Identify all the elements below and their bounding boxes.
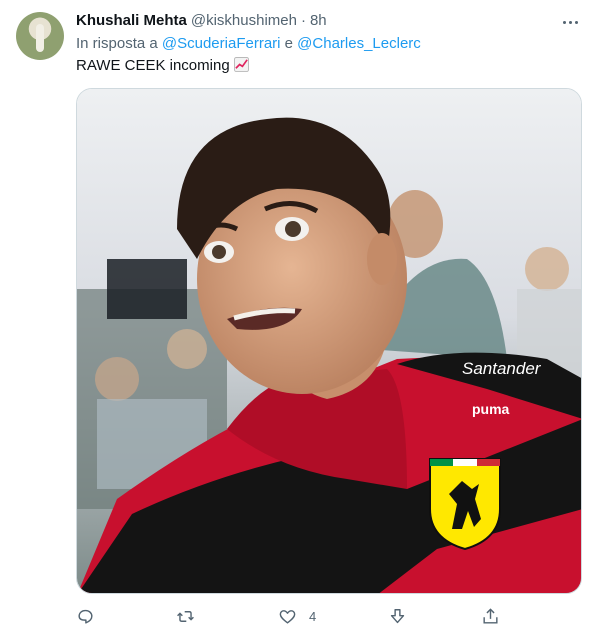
- reply-button[interactable]: [76, 603, 95, 629]
- reply-conjunction: e: [284, 35, 293, 52]
- downvote-button[interactable]: [388, 603, 407, 629]
- photo-driver: Santander puma: [77, 89, 581, 593]
- tweet-body: RAWE CEEK incoming: [76, 57, 230, 74]
- reply-icon: [78, 609, 93, 624]
- brand-text: puma: [472, 401, 510, 417]
- like-icon: [279, 609, 296, 624]
- avatar[interactable]: [16, 12, 64, 60]
- tweet-header: Khushali Mehta @kiskhushimeh · 8h: [76, 12, 327, 32]
- share-button[interactable]: [481, 603, 500, 629]
- mention-charles-leclerc[interactable]: @Charles_Leclerc: [297, 35, 421, 52]
- timestamp[interactable]: 8h: [310, 12, 327, 29]
- user-handle[interactable]: @kiskhushimeh: [191, 12, 297, 29]
- like-count: 4: [309, 608, 317, 624]
- tweet-actions: 4: [76, 603, 506, 629]
- tweet[interactable]: Khushali Mehta @kiskhushimeh · 8h In ris…: [0, 0, 598, 638]
- retweet-button[interactable]: [176, 603, 195, 629]
- like-button[interactable]: 4: [278, 603, 316, 629]
- display-name[interactable]: Khushali Mehta: [76, 12, 187, 29]
- tweet-text: RAWE CEEK incoming: [76, 57, 249, 74]
- mention-scuderia-ferrari[interactable]: @ScuderiaFerrari: [162, 35, 281, 52]
- more-options-icon[interactable]: [560, 12, 580, 32]
- share-icon: [483, 607, 498, 624]
- separator-dot: ·: [300, 12, 306, 29]
- chart-increasing-emoji: [233, 57, 249, 72]
- retweet-icon: [177, 610, 194, 622]
- tweet-image[interactable]: Santander puma: [76, 88, 582, 594]
- reply-context: In risposta a @ScuderiaFerrari e @Charle…: [76, 35, 421, 52]
- sponsor-text: Santander: [462, 359, 542, 378]
- downvote-icon: [390, 608, 405, 623]
- reply-prefix: In risposta a: [76, 35, 158, 52]
